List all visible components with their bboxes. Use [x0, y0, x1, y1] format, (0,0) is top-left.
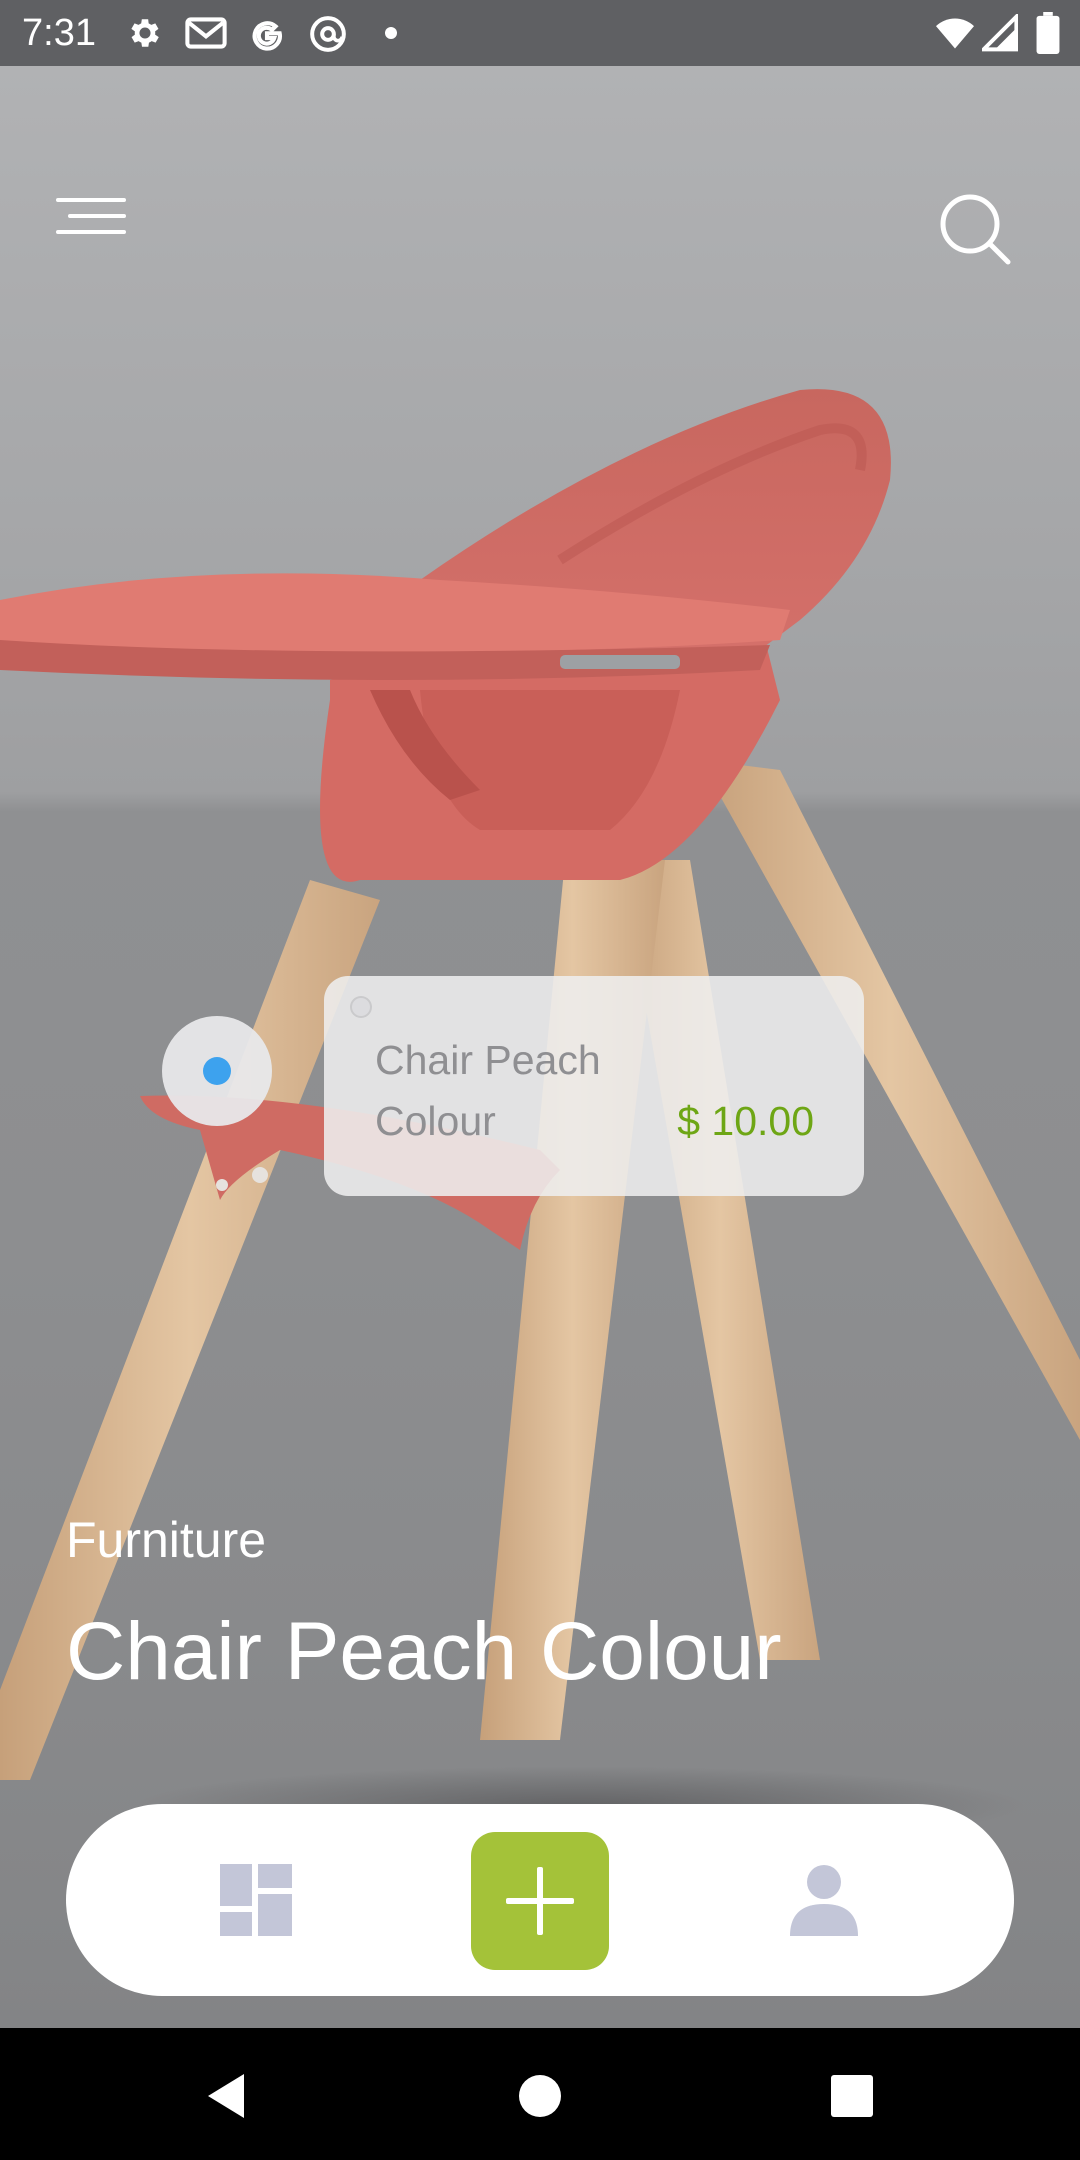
tray-clip [560, 655, 680, 669]
back-icon [208, 2074, 244, 2118]
person-icon [790, 1865, 858, 1936]
tooltip-pin [350, 996, 372, 1018]
settings-icon [126, 14, 164, 57]
nav-dashboard-button[interactable] [218, 1862, 294, 1938]
product-title: Chair Peach Colour [66, 1606, 782, 1697]
system-navigation-bar [0, 2028, 1080, 2160]
dot-icon [384, 26, 398, 45]
back-button[interactable] [198, 2068, 254, 2124]
recents-icon [831, 2075, 873, 2117]
status-bar: 7:31 [0, 0, 1080, 66]
signal-icon [978, 11, 1019, 57]
status-time: 7:31 [22, 12, 96, 54]
home-button[interactable] [512, 2068, 568, 2124]
search-button[interactable] [938, 192, 1018, 272]
home-icon [519, 2075, 561, 2117]
wifi-icon [934, 14, 976, 57]
nav-add-button[interactable] [471, 1832, 609, 1970]
search-icon [940, 194, 1011, 265]
product-hotspot[interactable] [162, 1016, 272, 1126]
menu-icon [56, 198, 126, 234]
bottom-navigation [66, 1804, 1014, 1996]
plus-icon [506, 1867, 574, 1935]
hotspot-dot [203, 1057, 231, 1085]
tooltip-product-name: Chair Peach Colour [375, 1037, 601, 1144]
gmail-icon [184, 14, 228, 57]
product-category: Furniture [66, 1512, 267, 1568]
at-sign-icon [308, 14, 348, 59]
menu-button[interactable] [56, 196, 146, 266]
google-icon [248, 14, 286, 57]
recents-button[interactable] [824, 2068, 880, 2124]
nav-profile-button[interactable] [786, 1862, 862, 1938]
tooltip-price: $ 10.00 [677, 1098, 814, 1144]
app-screen: 7:31 Chair Peach Colour $ 10.00 Furnitur… [0, 0, 1080, 2160]
dashboard-icon [220, 1864, 292, 1936]
product-hero: Chair Peach Colour $ 10.00 Furniture Cha… [0, 66, 1080, 2028]
product-tooltip-card[interactable]: Chair Peach Colour $ 10.00 [324, 976, 864, 1196]
battery-icon [1036, 12, 1060, 59]
